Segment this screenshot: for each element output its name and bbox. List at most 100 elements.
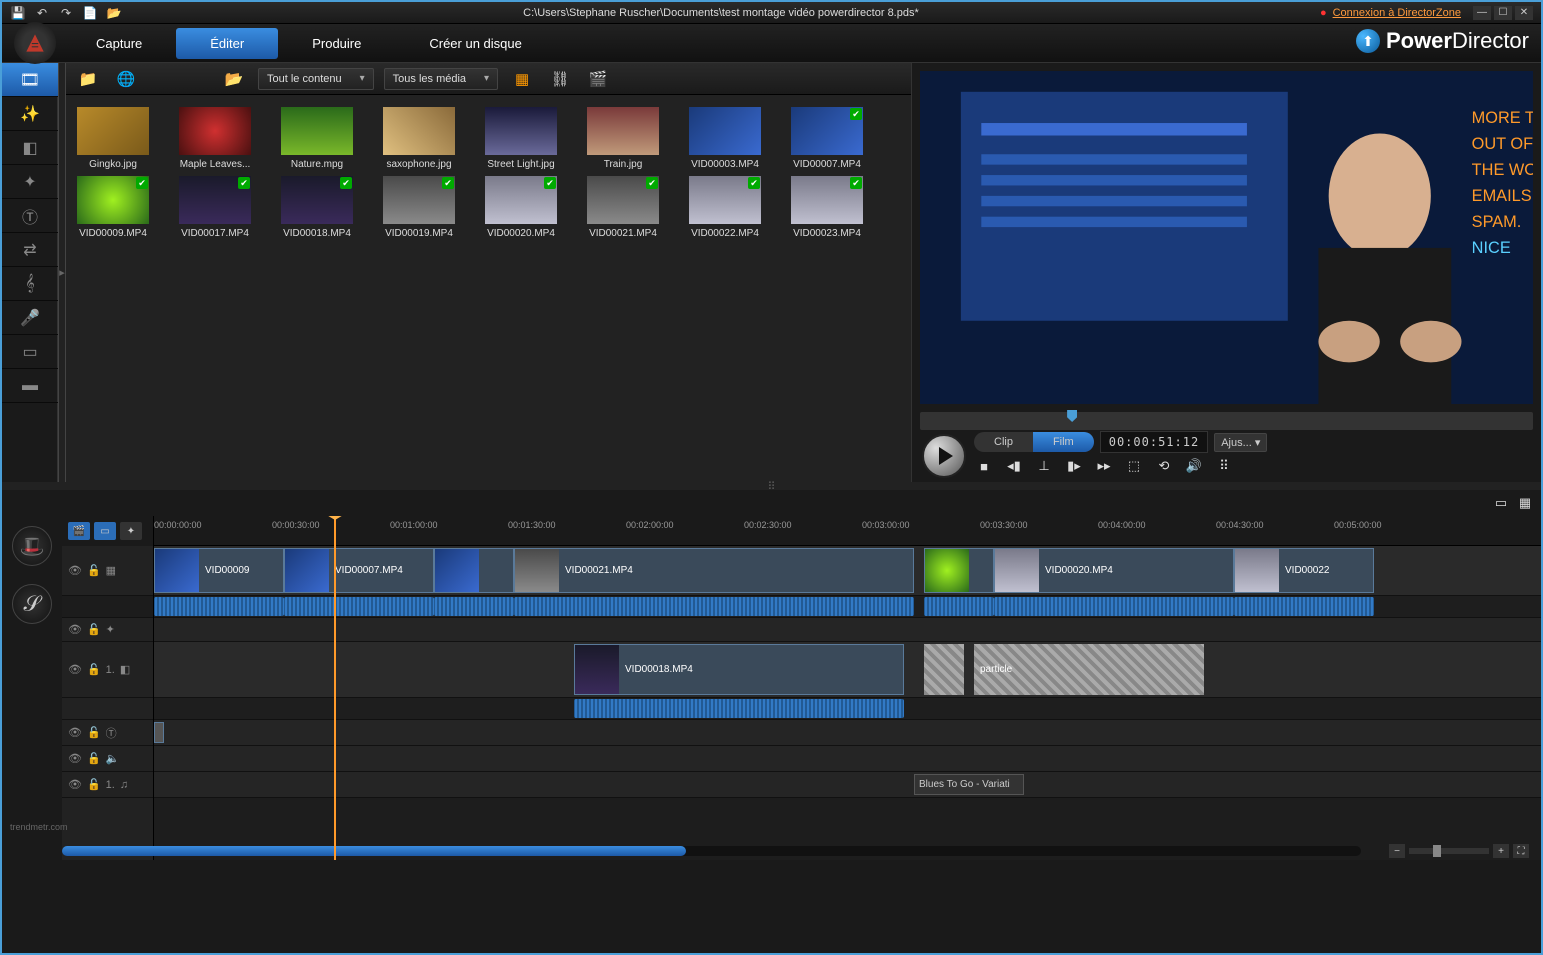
volume-button[interactable]: 🔊 — [1184, 457, 1204, 475]
close-button[interactable]: ✕ — [1515, 6, 1533, 20]
mode-clip[interactable]: Clip — [974, 432, 1033, 452]
title-clip[interactable] — [154, 722, 164, 743]
mode-film[interactable]: Film — [1033, 432, 1094, 452]
menu-create-disc[interactable]: Créer un disque — [395, 28, 556, 59]
video-clip[interactable]: VID00020.MP4 — [994, 548, 1234, 593]
eye-icon[interactable]: 👁 — [68, 778, 82, 791]
horizontal-splitter[interactable]: ⠿ — [2, 482, 1541, 490]
magic-style-button[interactable]: 𝒮 — [12, 584, 52, 624]
detect-scenes-button[interactable]: ⛓ — [546, 67, 574, 91]
stop-button[interactable]: ■ — [974, 457, 994, 475]
library-menu-button[interactable]: 🎬 — [584, 67, 612, 91]
save-icon[interactable]: 💾 — [10, 6, 26, 20]
magic-tools-button[interactable]: 🎩 — [12, 526, 52, 566]
audio-clip[interactable] — [574, 699, 904, 718]
library-folder-button[interactable]: 📂 — [220, 67, 248, 91]
zoom-out-button[interactable]: − — [1389, 844, 1405, 858]
track-view-thumb-button[interactable]: ▭ — [94, 522, 116, 540]
fast-forward-button[interactable]: ▸▸ — [1094, 457, 1114, 475]
next-frame-button[interactable]: ▮▸ — [1064, 457, 1084, 475]
undo-icon[interactable]: ↶ — [34, 6, 50, 20]
video-clip[interactable] — [924, 548, 994, 593]
media-thumb[interactable]: VID00021.MP4 — [584, 176, 662, 239]
play-button[interactable] — [922, 434, 966, 478]
track-audio1[interactable] — [154, 596, 1541, 618]
menu-produce[interactable]: Produire — [278, 28, 395, 59]
import-media-button[interactable]: 📁 — [74, 67, 102, 91]
loop-button[interactable]: ⟲ — [1154, 457, 1174, 475]
track-audio2[interactable] — [154, 698, 1541, 720]
zoom-slider-handle[interactable] — [1433, 845, 1441, 857]
timecode-display[interactable]: 00:00:51:12 — [1100, 431, 1208, 453]
prev-frame-button[interactable]: ◂▮ — [1004, 457, 1024, 475]
track-header-audio1[interactable] — [62, 596, 153, 618]
room-voice[interactable]: 🎤 — [2, 301, 58, 335]
open-icon[interactable]: 📂 — [106, 6, 122, 20]
track-header-video2[interactable]: 👁🔓1.◧ — [62, 642, 153, 698]
eye-icon[interactable]: 👁 — [68, 623, 82, 636]
lock-icon[interactable]: 🔓 — [87, 564, 101, 577]
lock-icon[interactable]: 🔓 — [87, 726, 101, 739]
scrubber-handle[interactable] — [1067, 410, 1077, 422]
scrollbar-thumb[interactable] — [62, 846, 686, 856]
maximize-button[interactable]: ☐ — [1494, 6, 1512, 20]
room-media[interactable]: 🎞 — [2, 63, 58, 97]
media-thumb[interactable]: VID00007.MP4 — [788, 107, 866, 170]
audio-clip[interactable] — [284, 597, 434, 616]
media-thumb[interactable]: VID00003.MP4 — [686, 107, 764, 170]
menu-edit[interactable]: Éditer — [176, 28, 278, 59]
media-thumb[interactable]: Maple Leaves... — [176, 107, 254, 170]
media-type-select[interactable]: Tous les média — [384, 68, 498, 90]
track-video2[interactable]: VID00018.MP4particle — [154, 642, 1541, 698]
room-transition[interactable]: ⇄ — [2, 233, 58, 267]
media-thumb[interactable]: Train.jpg — [584, 107, 662, 170]
audio-clip[interactable] — [434, 597, 514, 616]
storyboard-view-button[interactable]: ▦ — [1515, 494, 1535, 512]
particle-clip[interactable] — [924, 644, 964, 695]
lock-icon[interactable]: 🔓 — [87, 623, 101, 636]
preview-mode-toggle[interactable]: Clip Film — [974, 432, 1094, 452]
lock-icon[interactable]: 🔓 — [87, 663, 101, 676]
room-collapse-handle[interactable]: ▸ — [58, 63, 66, 482]
media-thumb[interactable]: VID00019.MP4 — [380, 176, 458, 239]
media-thumb[interactable]: Street Light.jpg — [482, 107, 560, 170]
track-view-movie-button[interactable]: 🎬 — [68, 522, 90, 540]
track-video1[interactable]: VID00009VID00007.MP4VID00021.MP4VID00020… — [154, 546, 1541, 596]
view-mode-button[interactable]: ▦ — [508, 67, 536, 91]
video-clip[interactable]: VID00007.MP4 — [284, 548, 434, 593]
room-subtitle[interactable]: ▬ — [2, 369, 58, 403]
track-voice[interactable] — [154, 746, 1541, 772]
timeline-body[interactable]: 00:00:00:0000:00:30:0000:01:00:0000:01:3… — [154, 516, 1541, 860]
track-fx[interactable] — [154, 618, 1541, 642]
timeline-ruler[interactable]: 00:00:00:0000:00:30:0000:01:00:0000:01:3… — [154, 516, 1541, 546]
playhead[interactable] — [334, 516, 336, 860]
step-button[interactable]: ⊥ — [1034, 457, 1054, 475]
content-filter-select[interactable]: Tout le contenu — [258, 68, 374, 90]
video-clip[interactable] — [434, 548, 514, 593]
audio-clip[interactable] — [924, 597, 994, 616]
video-clip[interactable]: VID00021.MP4 — [514, 548, 914, 593]
new-icon[interactable]: 📄 — [82, 6, 98, 20]
track-header-video1[interactable]: 👁🔓▦ — [62, 546, 153, 596]
minimize-button[interactable]: — — [1473, 6, 1491, 20]
audio-clip[interactable] — [994, 597, 1234, 616]
room-particle[interactable]: ✦ — [2, 165, 58, 199]
track-header-audio2[interactable] — [62, 698, 153, 720]
media-thumb[interactable]: Gingko.jpg — [74, 107, 152, 170]
media-thumb[interactable]: VID00009.MP4 — [74, 176, 152, 239]
media-thumb[interactable]: VID00018.MP4 — [278, 176, 356, 239]
eye-icon[interactable]: 👁 — [68, 564, 82, 577]
media-thumb[interactable]: VID00017.MP4 — [176, 176, 254, 239]
add-track-button[interactable]: ✦ — [120, 522, 142, 540]
quality-button[interactable]: ⠿ — [1214, 457, 1234, 475]
room-title[interactable]: Ⓣ — [2, 199, 58, 233]
track-title[interactable] — [154, 720, 1541, 746]
media-thumb[interactable]: saxophone.jpg — [380, 107, 458, 170]
eye-icon[interactable]: 👁 — [68, 752, 82, 765]
track-header-fx[interactable]: 👁🔓✦ — [62, 618, 153, 642]
lock-icon[interactable]: 🔓 — [87, 752, 101, 765]
zoom-fit-select[interactable]: Ajus... ▾ — [1214, 433, 1267, 452]
video-clip[interactable]: VID00022 — [1234, 548, 1374, 593]
snapshot-button[interactable]: ⬚ — [1124, 457, 1144, 475]
room-chapter[interactable]: ▭ — [2, 335, 58, 369]
